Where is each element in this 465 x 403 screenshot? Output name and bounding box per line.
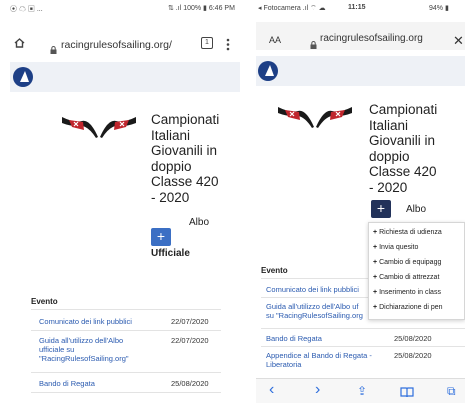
- ios-bottom-toolbar: ‹ › ⇪ ⧉: [256, 378, 465, 403]
- share-icon[interactable]: ⇪: [357, 384, 367, 398]
- albo-label: Albo: [406, 204, 427, 215]
- menu-item-dichiarazione-penalita[interactable]: + Dichiarazione di pen: [373, 304, 443, 311]
- table-row-date: 22/07/2020: [171, 317, 209, 326]
- menu-item-richiesta-udienza[interactable]: + Richiesta di udienza: [373, 229, 442, 236]
- divider: [31, 392, 221, 393]
- url-text[interactable]: racingrulesofsailing.org: [320, 33, 423, 44]
- lock-icon: [310, 36, 317, 49]
- table-row-date: 25/08/2020: [171, 379, 209, 388]
- table-row-event[interactable]: Bando di Regata: [266, 334, 322, 343]
- table-row-event[interactable]: Comunicato dei link pubblici: [266, 285, 359, 294]
- plus-icon: +: [373, 229, 378, 236]
- plus-icon: +: [373, 304, 378, 311]
- plus-icon: +: [373, 244, 378, 251]
- forward-icon[interactable]: ›: [315, 381, 320, 399]
- plus-icon: +: [373, 289, 378, 296]
- reader-aa-button[interactable]: AA: [269, 35, 281, 45]
- android-screen: ⦿ ☁ ▣ ... ⇅ .ıl 100% ▮ 6:46 PM racingrul…: [0, 0, 248, 403]
- menu-item-cambio-attrezzatura[interactable]: + Cambio di attrezzat: [373, 274, 439, 281]
- table-row-event[interactable]: Appendice al Bando di Regata - Liberator…: [266, 351, 372, 369]
- status-left-icons: ⦿ ☁ ▣ ...: [10, 6, 43, 13]
- menu-item-label: Cambio di equipagg: [379, 259, 442, 266]
- menu-item-label: Cambio di attrezzat: [379, 274, 440, 281]
- table-row-event[interactable]: Bando di Regata: [39, 379, 95, 388]
- site-logo-icon[interactable]: [258, 61, 278, 81]
- menu-item-label: Dichiarazione di pen: [379, 304, 443, 311]
- page-title: Campionati Italiani Giovanili in doppio …: [369, 102, 438, 195]
- status-time: 11:15: [348, 4, 366, 11]
- divider: [31, 309, 221, 310]
- back-icon[interactable]: ‹: [269, 381, 274, 399]
- table-header-evento: Evento: [31, 297, 58, 306]
- tab-switcher-icon[interactable]: 1: [201, 37, 213, 49]
- divider: [31, 330, 221, 331]
- close-icon[interactable]: ✕: [453, 33, 464, 49]
- tabs-icon[interactable]: ⧉: [447, 384, 456, 399]
- menu-item-label: Richiesta di udienza: [379, 229, 442, 236]
- home-icon[interactable]: [14, 38, 25, 48]
- page-title: Campionati Italiani Giovanili in doppio …: [151, 112, 220, 205]
- table-row-event[interactable]: Guida all'utilizzo dell'Albo ufficiale s…: [39, 336, 167, 363]
- menu-item-label: Invia quesito: [379, 244, 419, 251]
- add-button[interactable]: +: [371, 200, 391, 218]
- site-header: [10, 62, 240, 92]
- bookmarks-icon[interactable]: [400, 386, 414, 401]
- table-row-event[interactable]: Comunicato dei link pubblici: [39, 317, 132, 326]
- overflow-menu-icon[interactable]: [226, 38, 230, 52]
- menu-item-inserimento-classifica[interactable]: + Inserimento in class: [373, 289, 441, 296]
- menu-item-invia-quesito[interactable]: + Invia quesito: [373, 244, 418, 251]
- divider: [261, 346, 465, 347]
- status-bar: ◂ Fotocamera .ıl ⌔ ☁ 11:15 94% ▮: [256, 0, 465, 16]
- table-header-evento: Evento: [261, 266, 288, 275]
- divider: [31, 372, 221, 373]
- site-logo-icon[interactable]: [13, 67, 33, 87]
- add-button[interactable]: +: [151, 228, 171, 246]
- flags-icon: [60, 113, 138, 141]
- status-battery: 94% ▮: [429, 5, 449, 12]
- albo-label: Albo: [189, 217, 210, 228]
- menu-item-label: Inserimento in class: [379, 289, 441, 296]
- status-bar: ⦿ ☁ ▣ ... ⇅ .ıl 100% ▮ 6:46 PM: [0, 0, 248, 16]
- table-row-date: 25/08/2020: [394, 351, 432, 360]
- table-row-date: 22/07/2020: [171, 336, 209, 345]
- site-header: [256, 56, 465, 86]
- table-row-date: 25/08/2020: [394, 334, 432, 343]
- status-right: ⇅ .ıl 100% ▮ 6:46 PM: [168, 5, 235, 12]
- menu-item-cambio-equipaggio[interactable]: + Cambio di equipagg: [373, 259, 441, 266]
- plus-icon: +: [373, 274, 378, 281]
- screen-divider: [249, 0, 256, 403]
- ufficiale-label: Ufficiale: [151, 248, 190, 259]
- ios-screen: ◂ Fotocamera .ıl ⌔ ☁ 11:15 94% ▮ AA raci…: [256, 0, 465, 403]
- flags-icon: [276, 103, 354, 131]
- status-carrier: ◂ Fotocamera .ıl ⌔ ☁: [258, 5, 326, 12]
- divider: [261, 328, 465, 329]
- url-text[interactable]: racingrulesofsailing.org/: [61, 39, 172, 51]
- lock-icon: [50, 41, 57, 54]
- event-table: Evento Comunicato dei link pubblici 22/0…: [31, 296, 221, 403]
- actions-dropdown-menu: + Richiesta di udienza + Invia quesito + Ca…: [368, 222, 465, 320]
- plus-icon: +: [373, 259, 378, 266]
- table-row-event[interactable]: Guida all'utilizzo dell'Albo uf su "Raci…: [266, 302, 363, 320]
